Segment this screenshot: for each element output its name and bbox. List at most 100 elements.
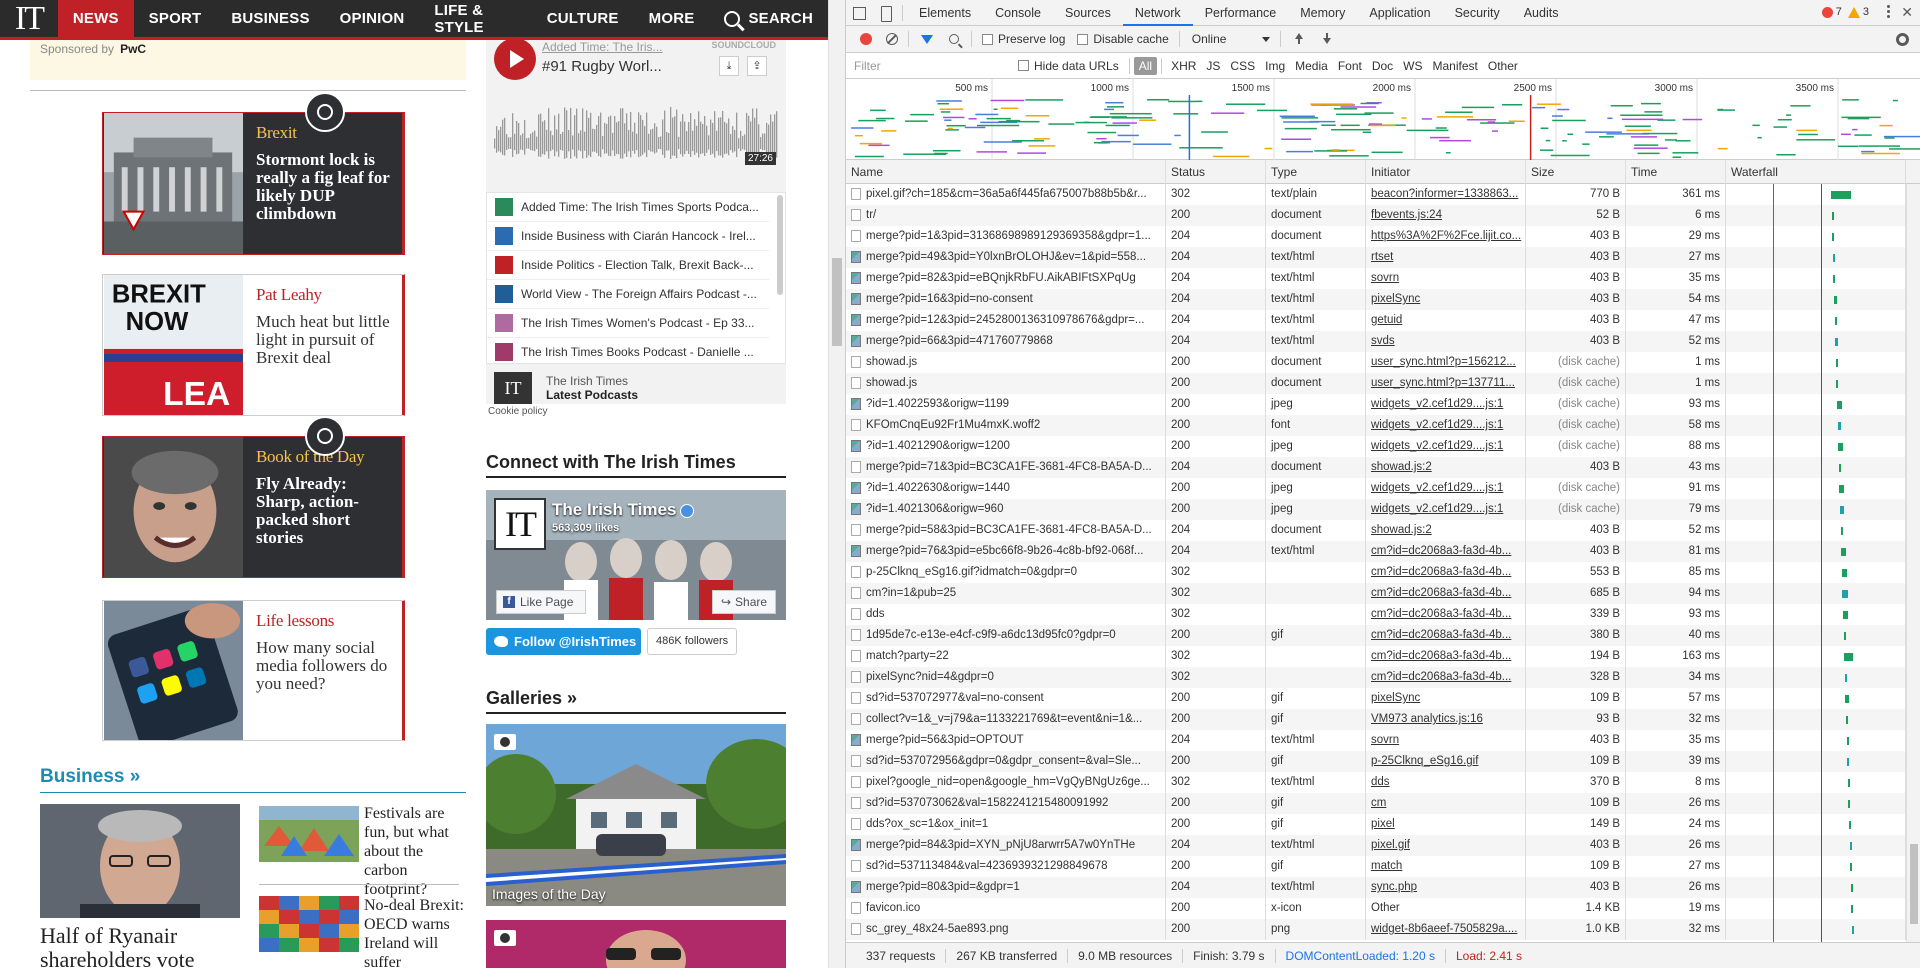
cell-initiator[interactable]: dds — [1366, 772, 1526, 793]
cell-name[interactable]: merge?pid=76&3pid=e5bc66f8-9b26-4c8b-bf9… — [846, 541, 1166, 562]
cell-name[interactable]: ?id=1.4021306&origw=960 — [846, 499, 1166, 520]
cell-initiator[interactable]: widgets_v2.cef1d29....js:1 — [1366, 394, 1526, 415]
request-table-scrollbar[interactable] — [1906, 184, 1920, 942]
network-overview-timeline[interactable]: 500 ms 1000 ms 1500 ms 2000 ms 2500 ms 3000 m… — [846, 79, 1920, 160]
nav-life-style[interactable]: LIFE & STYLE — [419, 0, 531, 37]
cell-name[interactable]: pixel.gif?ch=185&cm=36a5a6f445fa675007b8… — [846, 184, 1166, 205]
cell-name[interactable]: merge?pid=56&3pid=OPTOUT — [846, 730, 1166, 751]
cell-initiator[interactable]: cm?id=dc2068a3-fa3d-4b... — [1366, 646, 1526, 667]
cell-initiator[interactable]: match — [1366, 856, 1526, 877]
business-lead-headline[interactable]: Half of Ryanair shareholders vote — [40, 924, 240, 968]
twitter-follower-count[interactable]: 486K followers — [647, 628, 738, 655]
request-row[interactable]: ?id=1.4021306&origw=960 200 jpeg widgets_v2… — [846, 499, 1906, 520]
cell-initiator[interactable]: p-25Clknq_eSg16.gif — [1366, 751, 1526, 772]
facebook-page-name[interactable]: The Irish Times — [552, 500, 695, 520]
cell-initiator[interactable]: svds — [1366, 331, 1526, 352]
request-row[interactable]: sd?id=537073062&val=1582241215480091992 2… — [846, 793, 1906, 814]
nav-opinion[interactable]: OPINION — [325, 0, 420, 37]
cell-initiator[interactable]: pixel.gif — [1366, 835, 1526, 856]
cell-name[interactable]: pixel?google_nid=open&google_hm=VgQyBNgU… — [846, 772, 1166, 793]
cell-name[interactable]: merge?pid=80&3pid=&gdpr=1 — [846, 877, 1166, 898]
cell-name[interactable]: ?id=1.4021290&origw=1200 — [846, 436, 1166, 457]
filter-input[interactable] — [852, 55, 1012, 76]
request-row[interactable]: merge?pid=49&3pid=Y0lxnBrOLOHJ&ev=1&pid=… — [846, 247, 1906, 268]
column-header-initiator[interactable]: Initiator — [1366, 160, 1526, 184]
tab-elements[interactable]: Elements — [907, 0, 983, 26]
request-row[interactable]: pixel?google_nid=open&google_hm=VgQyBNgU… — [846, 772, 1906, 793]
cell-name[interactable]: dds — [846, 604, 1166, 625]
cell-name[interactable]: p-25Clknq_eSg16.gif?idmatch=0&gdpr=0 — [846, 562, 1166, 583]
cell-name[interactable]: merge?pid=84&3pid=XYN_pNjU8arwrr5A7w0YnT… — [846, 835, 1166, 856]
follow-topic-icon[interactable] — [305, 92, 345, 132]
cell-initiator[interactable]: cm?id=dc2068a3-fa3d-4b... — [1366, 583, 1526, 604]
cell-initiator[interactable]: widgets_v2.cef1d29....js:1 — [1366, 436, 1526, 457]
filter-type-media[interactable]: Media — [1290, 57, 1333, 75]
like-page-button[interactable]: f Like Page — [496, 590, 586, 614]
cell-initiator[interactable]: sync.php — [1366, 877, 1526, 898]
cell-name[interactable]: collect?v=1&_v=j79&a=1133221769&t=event&… — [846, 709, 1166, 730]
cell-initiator[interactable]: pixelSync — [1366, 289, 1526, 310]
request-row[interactable]: merge?pid=66&3pid=471760779868 204 text/ht… — [846, 331, 1906, 352]
filter-type-css[interactable]: CSS — [1225, 57, 1260, 75]
cell-initiator[interactable]: pixel — [1366, 814, 1526, 835]
filter-type-js[interactable]: JS — [1201, 57, 1225, 75]
playlist-item[interactable]: Inside Politics - Election Talk, Brexit … — [487, 251, 769, 280]
disable-cache-checkbox[interactable]: Disable cache — [1077, 32, 1169, 46]
request-row[interactable]: merge?pid=1&3pid=31368698989129369358&gd… — [846, 226, 1906, 247]
request-row[interactable]: merge?pid=84&3pid=XYN_pNjU8arwrr5A7w0YnT… — [846, 835, 1906, 856]
request-row[interactable]: KFOmCnqEu92Fr1Mu4mxK.woff2 200 font widgets… — [846, 415, 1906, 436]
story-card-brexit[interactable]: Brexit Stormont lock is really a fig lea… — [102, 112, 405, 255]
request-row[interactable]: merge?pid=82&3pid=eBQnjkRbFU.AikABIFtSXP… — [846, 268, 1906, 289]
request-row[interactable]: pixel.gif?ch=185&cm=36a5a6f445fa675007b8… — [846, 184, 1906, 205]
playlist-item[interactable]: Added Time: The Irish Times Sports Podca… — [487, 193, 769, 222]
column-header-waterfall[interactable]: Waterfall — [1726, 160, 1906, 184]
request-row[interactable]: showad.js 200 document user_sync.html?p=137… — [846, 373, 1906, 394]
cell-initiator[interactable]: cm?id=dc2068a3-fa3d-4b... — [1366, 667, 1526, 688]
cell-name[interactable]: sd?id=537073062&val=1582241215480091992 — [846, 793, 1166, 814]
story-card-life-lessons[interactable]: Life lessons How many social media follo… — [102, 600, 405, 741]
galleries-heading[interactable]: Galleries » — [486, 688, 577, 709]
cell-initiator[interactable]: cm?id=dc2068a3-fa3d-4b... — [1366, 625, 1526, 646]
cookie-policy-link[interactable]: Cookie policy — [488, 406, 547, 417]
cell-name[interactable]: merge?pid=66&3pid=471760779868 — [846, 331, 1166, 352]
issues-counter[interactable]: 7 3 — [1821, 6, 1869, 18]
request-row[interactable]: merge?pid=12&3pid=2452800136310978676&gd… — [846, 310, 1906, 331]
playlist-item[interactable]: The Irish Times Books Podcast - Danielle… — [487, 338, 769, 367]
cell-initiator[interactable]: showad.js:2 — [1366, 520, 1526, 541]
cell-initiator[interactable]: cm — [1366, 793, 1526, 814]
throttling-select[interactable]: Online — [1192, 32, 1271, 46]
filter-type-other[interactable]: Other — [1483, 57, 1523, 75]
cell-name[interactable]: favicon.ico — [846, 898, 1166, 919]
filter-type-ws[interactable]: WS — [1398, 57, 1427, 75]
cell-name[interactable]: merge?pid=1&3pid=31368698989129369358&gd… — [846, 226, 1166, 247]
cell-initiator[interactable]: widget-8b6aeef-7505829a.... — [1366, 919, 1526, 940]
tab-sources[interactable]: Sources — [1053, 0, 1123, 26]
tab-network[interactable]: Network — [1122, 0, 1193, 26]
cell-initiator[interactable]: fbevents.js:24 — [1366, 205, 1526, 226]
business-section-heading[interactable]: Business » — [40, 766, 140, 788]
cell-initiator[interactable]: user_sync.html?p=137711... — [1366, 373, 1526, 394]
cell-name[interactable]: tr/ — [846, 205, 1166, 226]
cell-name[interactable]: dds?ox_sc=1&ox_init=1 — [846, 814, 1166, 835]
filter-type-manifest[interactable]: Manifest — [1428, 57, 1483, 75]
cell-name[interactable]: merge?pid=58&3pid=BC3CA1FE-3681-4FC8-BA5… — [846, 520, 1166, 541]
cell-name[interactable]: merge?pid=16&3pid=no-consent — [846, 289, 1166, 310]
gallery-next[interactable] — [486, 920, 786, 968]
nav-news[interactable]: NEWS — [57, 0, 134, 37]
cell-initiator[interactable]: showad.js:2 — [1366, 457, 1526, 478]
request-row[interactable]: favicon.ico 200 x-icon Other 1.4 KB 19 ms — [846, 898, 1906, 919]
more-options-icon[interactable] — [1887, 5, 1891, 21]
clear-icon[interactable] — [886, 33, 898, 45]
cell-initiator[interactable]: Other — [1366, 898, 1526, 919]
cell-name[interactable]: sd?id=537113484&val=4236939321298849678 — [846, 856, 1166, 877]
business-headline[interactable]: No-deal Brexit: OECD warns Ireland will … — [364, 896, 464, 968]
preserve-log-checkbox[interactable]: Preserve log — [982, 32, 1065, 46]
hide-data-urls-checkbox[interactable]: Hide data URLs — [1018, 59, 1119, 73]
nav-sport[interactable]: SPORT — [134, 0, 217, 37]
tab-audits[interactable]: Audits — [1512, 0, 1571, 26]
cell-initiator[interactable]: https%3A%2F%2Fce.lijit.co... — [1366, 226, 1526, 247]
column-header-status[interactable]: Status — [1166, 160, 1266, 184]
cell-initiator[interactable]: rtset — [1366, 247, 1526, 268]
cell-initiator[interactable]: widgets_v2.cef1d29....js:1 — [1366, 478, 1526, 499]
soundcloud-logo[interactable]: SOUNDCLOUD — [712, 40, 777, 50]
